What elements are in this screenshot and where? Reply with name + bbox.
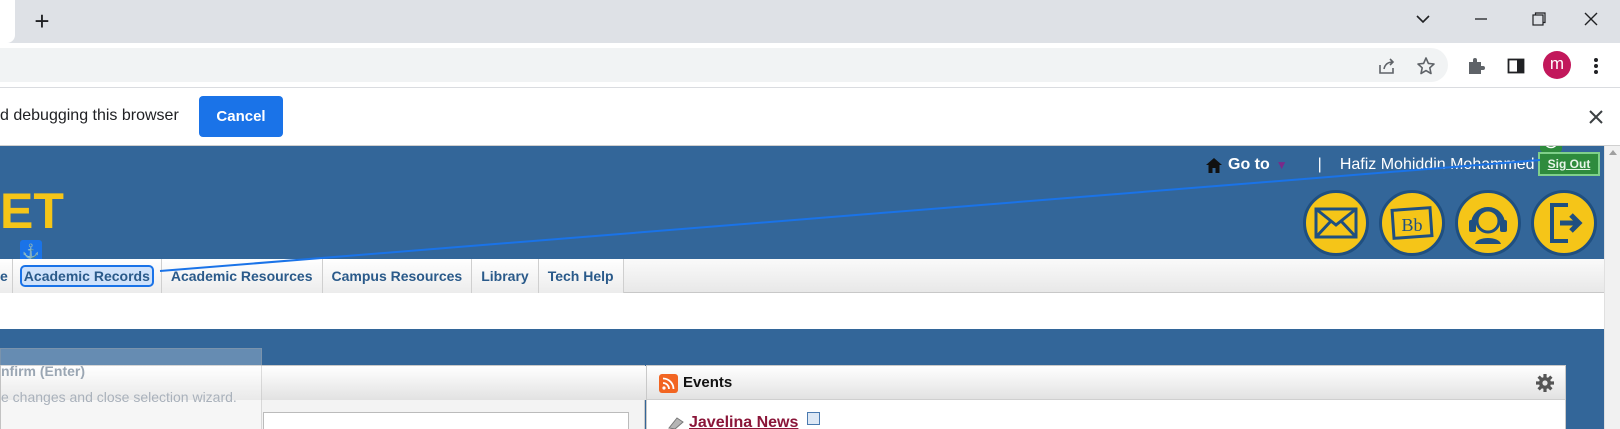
javelina-news-link[interactable]: Javelina News <box>689 414 798 429</box>
page-viewport: Go to ▼ | Hafiz Mohiddin Mohammed Sig Ou… <box>0 146 1620 429</box>
new-tab-button[interactable]: + <box>28 7 56 35</box>
gear-icon[interactable] <box>1535 373 1555 393</box>
infobar-close-button[interactable] <box>1582 103 1610 131</box>
infobar-message: d debugging this browser <box>0 107 179 124</box>
user-name: Hafiz Mohiddin Mohammed <box>1339 156 1535 173</box>
kebab-menu-icon <box>1594 58 1598 74</box>
events-header: Events <box>647 366 1565 400</box>
side-panel-icon <box>1507 58 1525 74</box>
nav-tabs: e Academic Records Academic Resources Ca… <box>0 259 624 293</box>
nav-tab-campus-resources[interactable]: Campus Resources <box>322 259 473 293</box>
share-icon <box>1379 58 1395 74</box>
site-header: Go to ▼ | Hafiz Mohiddin Mohammed Sig Ou… <box>0 146 1620 262</box>
rss-icon <box>659 374 678 393</box>
restore-icon <box>1532 12 1546 26</box>
close-icon <box>1589 110 1603 124</box>
puzzle-icon <box>1469 58 1485 74</box>
scroll-up-icon[interactable] <box>1609 150 1617 155</box>
address-bar[interactable] <box>0 48 1448 82</box>
wizard-confirm-label[interactable]: nfirm (Enter) <box>1 363 85 379</box>
share-button[interactable] <box>1373 52 1401 80</box>
svg-text:Bb: Bb <box>1401 215 1422 235</box>
goto-menu[interactable]: Go to ▼ <box>1206 156 1288 174</box>
signout-link[interactable]: Sig Out <box>1538 152 1600 176</box>
top-links-bar: Go to ▼ | Hafiz Mohiddin Mohammed <box>1206 154 1535 176</box>
profile-avatar[interactable]: m <box>1543 51 1571 79</box>
star-icon <box>1417 57 1435 75</box>
tab-search-button[interactable] <box>1394 0 1452 38</box>
tab-strip: + <box>0 0 1620 43</box>
left-portlet-input[interactable] <box>263 412 629 429</box>
minimize-icon <box>1475 18 1487 20</box>
close-window-button[interactable] <box>1562 0 1620 38</box>
sub-nav-area <box>0 293 1620 329</box>
wizard-description: e changes and close selection wizard. <box>1 389 237 405</box>
blackboard-icon[interactable]: Bb <box>1379 190 1445 256</box>
exit-icon[interactable] <box>1531 190 1597 256</box>
nav-tab-academic-resources[interactable]: Academic Resources <box>161 259 323 293</box>
caret-down-icon: ▼ <box>1275 158 1288 172</box>
nav-tab-partial[interactable]: e <box>0 259 13 293</box>
close-icon <box>1584 12 1598 26</box>
active-tab[interactable] <box>0 0 15 43</box>
extensions-button[interactable] <box>1462 52 1490 80</box>
events-title: Events <box>683 374 733 391</box>
bookmark-button[interactable] <box>1412 52 1440 80</box>
browser-menu-button[interactable] <box>1582 52 1610 80</box>
topbar-separator: | <box>1317 156 1322 173</box>
home-icon <box>1206 157 1222 173</box>
page-scrollbar[interactable] <box>1604 146 1620 429</box>
external-link-icon <box>807 412 820 425</box>
restore-button[interactable] <box>1510 0 1568 38</box>
news-icon <box>668 417 684 429</box>
nav-tab-library[interactable]: Library <box>472 259 539 293</box>
chevron-down-icon <box>1416 15 1430 24</box>
nav-tab-tech-help[interactable]: Tech Help <box>538 259 624 293</box>
main-nav: e Academic Records Academic Resources Ca… <box>0 259 1620 293</box>
side-panel-button[interactable] <box>1502 52 1530 80</box>
helpdesk-icon[interactable] <box>1455 190 1521 256</box>
cancel-button[interactable]: Cancel <box>199 96 283 137</box>
goto-label: Go to <box>1228 156 1270 173</box>
events-portlet: Events Javelina News <box>646 365 1566 429</box>
site-logo: ET <box>0 183 64 239</box>
nav-tab-academic-records[interactable]: Academic Records <box>12 259 162 293</box>
selection-wizard-overlay: nfirm (Enter) e changes and close select… <box>0 348 262 429</box>
browser-toolbar <box>0 43 1620 88</box>
mail-icon[interactable] <box>1303 190 1369 256</box>
minimize-button[interactable] <box>1452 0 1510 38</box>
debugging-infobar: d debugging this browser Cancel <box>0 89 1620 146</box>
